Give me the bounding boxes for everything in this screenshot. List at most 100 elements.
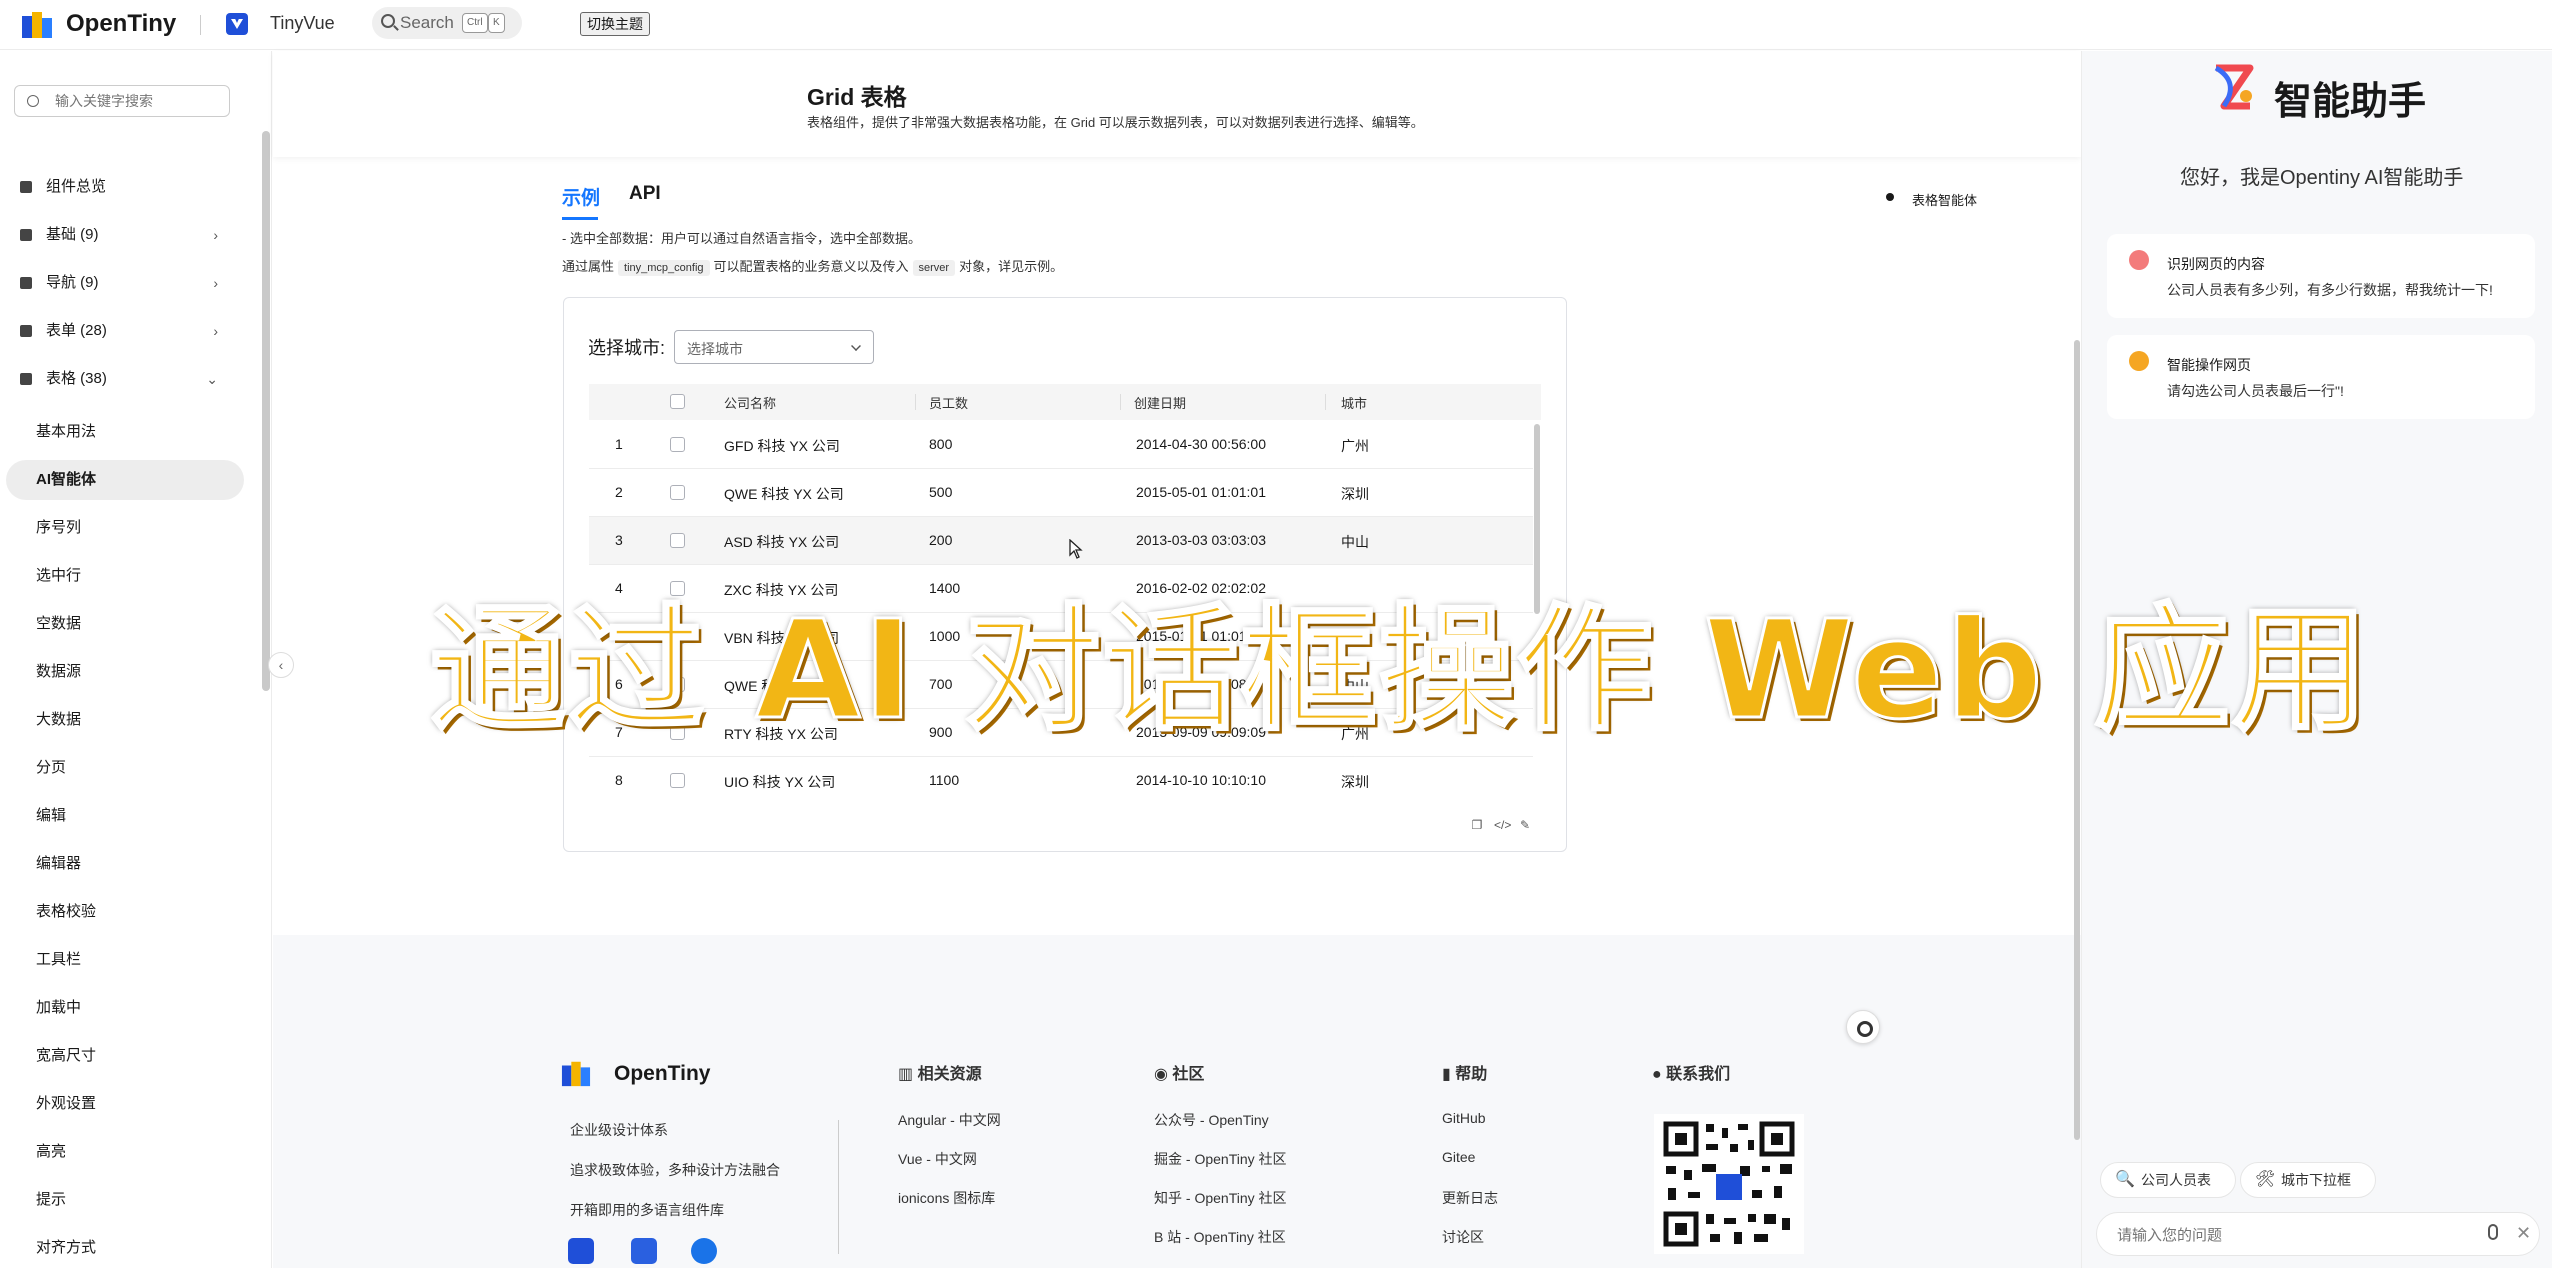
sidebar-search[interactable] xyxy=(14,85,230,117)
anchor-link-table-agent[interactable]: 表格智能体 xyxy=(1912,190,1977,209)
link-bilibili[interactable]: B 站 - OpenTiny 社区 xyxy=(1154,1227,1286,1247)
link-zhihu[interactable]: 知乎 - OpenTiny 社区 xyxy=(1154,1188,1287,1208)
tinyvue-logo-icon[interactable] xyxy=(226,13,248,35)
sidebar-item-size[interactable]: 宽高尺寸 xyxy=(6,1036,244,1076)
nav-group-form[interactable]: 表单 (28) › xyxy=(0,311,250,351)
cell-city: 广州 xyxy=(1341,438,1369,454)
sidebar-item-empty-data[interactable]: 空数据 xyxy=(6,604,244,644)
footer-column-title: 联系我们 xyxy=(1666,1066,1731,1083)
column-header-employees[interactable]: 员工数 xyxy=(929,393,968,412)
settings-gear-icon[interactable] xyxy=(1846,1010,1880,1044)
column-header-company[interactable]: 公司名称 xyxy=(724,393,776,412)
footer-column-contact: ● 联系我们 xyxy=(1652,1060,1730,1084)
suggestion-card-recognize[interactable]: 识别网页的内容 公司人员表有多少列，有多少行数据，帮我统计一下! xyxy=(2107,234,2535,318)
sidebar-item-basic-usage[interactable]: 基本用法 xyxy=(6,412,244,452)
column-resizer[interactable] xyxy=(1325,394,1326,410)
sidebar-item-data-source[interactable]: 数据源 xyxy=(6,652,244,692)
opentiny-logo-icon[interactable] xyxy=(20,8,54,40)
link-changelog[interactable]: 更新日志 xyxy=(1442,1188,1498,1208)
link-github[interactable]: GitHub xyxy=(1442,1110,1486,1126)
copy-icon[interactable]: ❐ xyxy=(1470,818,1484,832)
link-wechat[interactable]: 公众号 - OpenTiny xyxy=(1154,1110,1269,1130)
assistant-input-box[interactable] xyxy=(2096,1212,2540,1256)
doc-search-button[interactable]: Search Ctrl K xyxy=(372,7,522,39)
sidebar-item-big-data[interactable]: 大数据 xyxy=(6,700,244,740)
sidebar-item-toolbar[interactable]: 工具栏 xyxy=(6,940,244,980)
sidebar-item-label: 高亮 xyxy=(36,1143,67,1160)
row-checkbox[interactable] xyxy=(670,773,685,788)
sidebar-item-index-column[interactable]: 序号列 xyxy=(6,508,244,548)
sidebar-item-edit[interactable]: 编辑 xyxy=(6,796,244,836)
footer-divider xyxy=(838,1120,839,1254)
quick-chip-city-dropdown[interactable]: 🛠 城市下拉框 xyxy=(2240,1162,2376,1198)
row-checkbox[interactable] xyxy=(670,437,685,452)
suggestion-title: 智能操作网页 xyxy=(2167,357,2251,373)
tinyengine-icon[interactable] xyxy=(691,1238,717,1264)
sidebar-item-label: 大数据 xyxy=(36,711,82,728)
link-gitee[interactable]: Gitee xyxy=(1442,1149,1475,1165)
sidebar-item-label: 加载中 xyxy=(36,999,82,1016)
tinyvue-icon[interactable] xyxy=(568,1238,594,1264)
sidebar-search-input[interactable] xyxy=(55,91,225,111)
suggestion-card-operate[interactable]: 智能操作网页 请勾选公司人员表最后一行"! xyxy=(2107,335,2535,419)
community-icon: ◉ xyxy=(1154,1066,1173,1083)
demo-description-2: 通过属性 tiny_mcp_config 可以配置表格的业务意义以及传入 server… xyxy=(562,256,1063,276)
column-header-date[interactable]: 创建日期 xyxy=(1134,393,1186,412)
row-checkbox[interactable] xyxy=(670,533,685,548)
table-row[interactable]: 8 UIO 科技 YX 公司 1100 2014-10-10 10:10:10 … xyxy=(589,757,1533,805)
sidebar-collapse-button[interactable]: ‹ xyxy=(268,652,294,678)
nav-label: 基础 (9) xyxy=(46,226,99,243)
product-name[interactable]: TinyVue xyxy=(270,13,335,34)
sidebar-item-ai-agent[interactable]: AI智能体 xyxy=(6,460,244,500)
sidebar-item-tooltip[interactable]: 提示 xyxy=(6,1180,244,1220)
microphone-icon[interactable] xyxy=(2488,1224,2498,1240)
nav-group-table[interactable]: 表格 (38) ⌄ xyxy=(0,359,250,399)
quick-chip-company-table[interactable]: 🔍 公司人员表 xyxy=(2100,1162,2236,1198)
sidebar-item-validation[interactable]: 表格校验 xyxy=(6,892,244,932)
tab-api[interactable]: API xyxy=(629,183,661,205)
tab-examples[interactable]: 示例 xyxy=(562,183,600,210)
brand-name[interactable]: OpenTiny xyxy=(66,10,176,38)
assistant-question-input[interactable] xyxy=(2117,1223,2457,1247)
table-row[interactable]: 2 QWE 科技 YX 公司 500 2015-05-01 01:01:01 深… xyxy=(589,469,1533,517)
column-resizer[interactable] xyxy=(1120,394,1121,410)
page-title-band xyxy=(273,51,2081,157)
nav-label: 表格 (38) xyxy=(46,370,107,387)
column-header-city[interactable]: 城市 xyxy=(1341,393,1367,412)
tinyng-icon[interactable] xyxy=(631,1238,657,1264)
footer-brand[interactable]: OpenTiny xyxy=(614,1062,710,1086)
sidebar-scrollbar[interactable] xyxy=(262,131,270,691)
close-icon[interactable]: ✕ xyxy=(2516,1223,2531,1244)
link-angular[interactable]: Angular - 中文网 xyxy=(898,1110,1001,1130)
select-all-checkbox[interactable] xyxy=(670,394,685,409)
code-icon[interactable]: </> xyxy=(1494,818,1511,832)
site-footer xyxy=(273,935,2081,1268)
nav-group-basic[interactable]: 基础 (9) › xyxy=(0,215,250,255)
nav-group-navigation[interactable]: 导航 (9) › xyxy=(0,263,250,303)
sidebar-item-selected-row[interactable]: 选中行 xyxy=(6,556,244,596)
basic-icon xyxy=(20,229,32,241)
opentiny-logo-icon[interactable] xyxy=(560,1058,592,1088)
toggle-theme-button[interactable]: 切换主题 xyxy=(580,12,650,36)
sidebar-item-loading[interactable]: 加载中 xyxy=(6,988,244,1028)
sidebar-item-alignment[interactable]: 对齐方式 xyxy=(6,1228,244,1268)
sidebar-item-label: 数据源 xyxy=(36,663,82,680)
sidebar-item-appearance[interactable]: 外观设置 xyxy=(6,1084,244,1124)
nav-label: 表单 (28) xyxy=(46,322,107,339)
row-checkbox[interactable] xyxy=(670,485,685,500)
cell-company: ASD 科技 YX 公司 xyxy=(724,534,840,550)
sidebar-item-pagination[interactable]: 分页 xyxy=(6,748,244,788)
sidebar-item-highlight[interactable]: 高亮 xyxy=(6,1132,244,1172)
table-row[interactable]: 1 GFD 科技 YX 公司 800 2014-04-30 00:56:00 广… xyxy=(589,421,1533,469)
table-row[interactable]: 3 ASD 科技 YX 公司 200 2013-03-03 03:03:03 中… xyxy=(589,517,1533,565)
link-discussion[interactable]: 讨论区 xyxy=(1442,1227,1484,1247)
sidebar-item-editor[interactable]: 编辑器 xyxy=(6,844,244,884)
column-resizer[interactable] xyxy=(915,394,916,410)
link-ionicons[interactable]: ionicons 图标库 xyxy=(898,1188,995,1208)
link-juejin[interactable]: 掘金 - OpenTiny 社区 xyxy=(1154,1149,1287,1169)
edit-icon[interactable]: ✎ xyxy=(1518,818,1532,832)
nav-overview[interactable]: 组件总览 xyxy=(0,167,250,207)
link-vue[interactable]: Vue - 中文网 xyxy=(898,1149,977,1169)
sidebar-item-label: 空数据 xyxy=(36,615,82,632)
city-select[interactable]: 选择城市 xyxy=(674,330,874,364)
